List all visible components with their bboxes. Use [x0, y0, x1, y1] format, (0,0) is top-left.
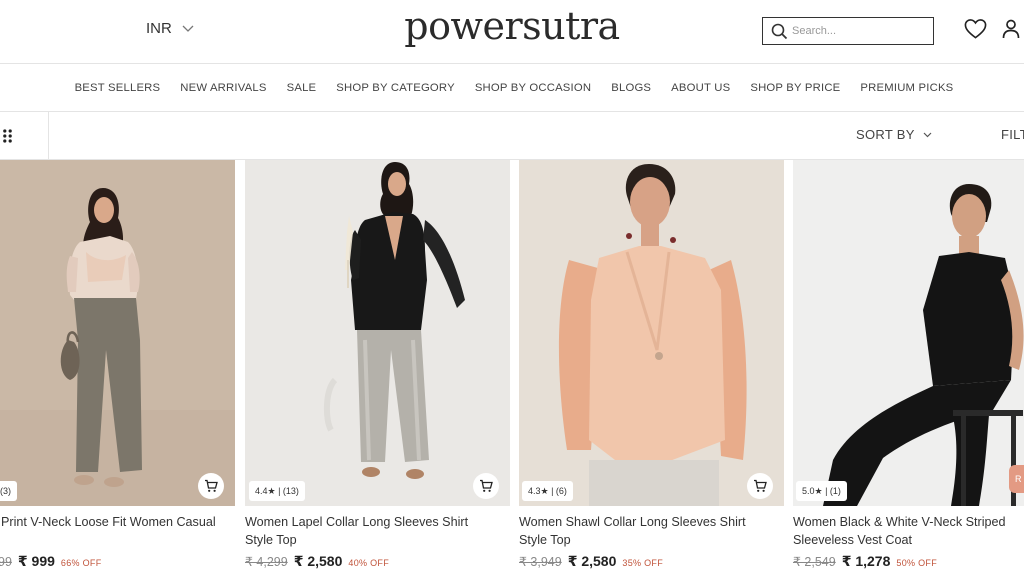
mrp-price: 99: [0, 555, 12, 569]
rating-badge: 5.0★ | (1): [796, 481, 847, 501]
site-header: INR powersutra: [0, 0, 1024, 64]
product-title[interactable]: Print V-Neck Loose Fit Women Casual: [1, 513, 266, 531]
cart-icon: [754, 479, 767, 492]
price-row: ₹ 3,949 ₹ 2,580 35% OFF: [519, 553, 663, 570]
sale-price: ₹ 999: [17, 553, 55, 569]
discount-label: 35% OFF: [622, 558, 663, 568]
nav-item-new-arrivals[interactable]: NEW ARRIVALS: [180, 82, 266, 94]
product-image[interactable]: [0, 160, 235, 506]
sort-by-label: SORT BY: [856, 127, 915, 142]
cart-icon: [480, 479, 493, 492]
search-input[interactable]: [792, 25, 922, 37]
nav-item-premium-picks[interactable]: PREMIUM PICKS: [860, 82, 953, 94]
product-image[interactable]: [519, 160, 784, 506]
search-box[interactable]: [762, 17, 934, 45]
add-to-cart-button[interactable]: [198, 473, 224, 499]
nav-item-sale[interactable]: SALE: [287, 82, 317, 94]
search-icon: [771, 23, 788, 39]
sale-price: ₹ 2,580: [567, 553, 617, 569]
product-title[interactable]: Women Shawl Collar Long Sleeves Shirt St…: [519, 513, 784, 549]
cart-icon: [205, 479, 218, 492]
product-title[interactable]: Women Lapel Collar Long Sleeves Shirt St…: [245, 513, 510, 549]
nav-item-blogs[interactable]: BLOGS: [611, 82, 651, 94]
nav-item-shop-by-category[interactable]: SHOP BY CATEGORY: [336, 82, 455, 94]
peek-action-button[interactable]: R: [1009, 465, 1024, 493]
mrp-price: ₹ 2,549: [793, 555, 836, 569]
sale-price: ₹ 2,580: [293, 553, 343, 569]
grid-view-toggle[interactable]: [0, 112, 49, 160]
price-row: ₹ 4,299 ₹ 2,580 40% OFF: [245, 553, 389, 570]
rating-badge: 4.3★ | (6): [522, 481, 573, 501]
nav-item-shop-by-price[interactable]: SHOP BY PRICE: [750, 82, 840, 94]
filter-button[interactable]: FILT: [1001, 127, 1024, 142]
mrp-price: ₹ 4,299: [245, 555, 288, 569]
mrp-price: ₹ 3,949: [519, 555, 562, 569]
add-to-cart-button[interactable]: [747, 473, 773, 499]
price-row: ₹ 2,549 ₹ 1,278 50% OFF: [793, 553, 937, 570]
main-nav: BEST SELLERS NEW ARRIVALS SALE SHOP BY C…: [0, 64, 1024, 112]
product-title[interactable]: Women Black & White V-Neck Striped Sleev…: [793, 513, 1024, 549]
nav-item-best-sellers[interactable]: BEST SELLERS: [75, 82, 161, 94]
grid-view-icon: [3, 129, 12, 143]
sale-price: ₹ 1,278: [841, 553, 891, 569]
product-image[interactable]: [245, 160, 510, 506]
nav-item-about-us[interactable]: ABOUT US: [671, 82, 730, 94]
rating-badge: (3): [0, 481, 17, 501]
user-icon[interactable]: [1002, 19, 1020, 39]
nav-item-shop-by-occasion[interactable]: SHOP BY OCCASION: [475, 82, 591, 94]
chevron-down-icon: [923, 132, 932, 137]
rating-badge: 4.4★ | (13): [249, 481, 305, 501]
add-to-cart-button[interactable]: [473, 473, 499, 499]
heart-icon[interactable]: [964, 18, 987, 40]
discount-label: 66% OFF: [60, 558, 102, 568]
product-image[interactable]: [793, 160, 1024, 506]
discount-label: 50% OFF: [896, 558, 937, 568]
listing-toolbar: SORT BY FILT: [0, 112, 1024, 160]
discount-label: 40% OFF: [348, 558, 389, 568]
price-row: 99 ₹ 999 66% OFF: [0, 553, 102, 570]
sort-by-dropdown[interactable]: SORT BY: [856, 127, 932, 142]
